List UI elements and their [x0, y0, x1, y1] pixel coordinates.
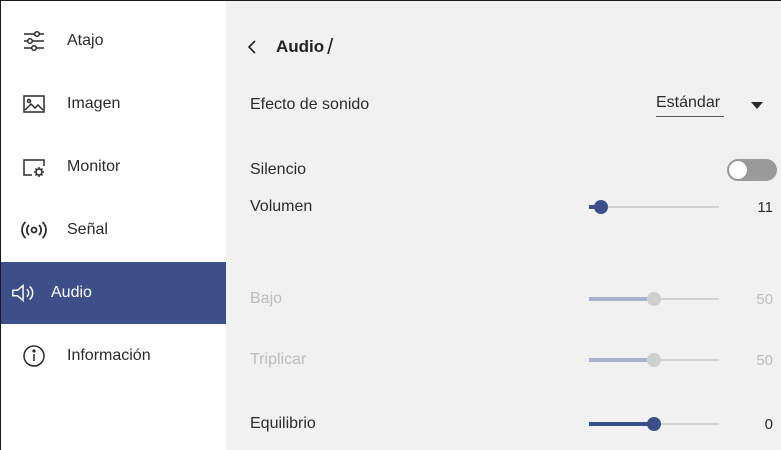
title-separator: / — [327, 34, 334, 59]
main-panel: Audio / Efecto de sonido Estándar Silenc… — [226, 1, 781, 450]
sidebar-item-label: Audio — [51, 284, 92, 301]
signal-icon — [21, 217, 47, 243]
sound-effect-value: Estándar — [656, 94, 724, 117]
slider-thumb[interactable] — [593, 200, 608, 214]
balance-slider[interactable] — [589, 417, 719, 431]
bass-row: Bajo 50 — [250, 284, 781, 314]
sound-effect-label: Efecto de sonido — [250, 96, 370, 113]
volume-row: Volumen 11 — [250, 192, 781, 222]
bass-slider[interactable] — [589, 292, 719, 306]
sidebar-item-label: Atajo — [67, 32, 104, 49]
bass-label: Bajo — [250, 290, 283, 307]
back-button[interactable] — [246, 36, 264, 58]
balance-label: Equilibrio — [250, 415, 316, 432]
mute-row: Silencio — [250, 155, 781, 185]
treble-row: Triplicar 50 — [250, 345, 781, 375]
sidebar: Atajo Imagen Monitor Señal Audio Informa… — [1, 1, 226, 450]
sidebar-item-atajo[interactable]: Atajo — [1, 10, 226, 72]
balance-value: 0 — [764, 415, 773, 433]
monitor-settings-icon — [21, 154, 47, 180]
speaker-icon — [11, 280, 37, 306]
sound-effect-row: Efecto de sonido Estándar — [250, 90, 781, 120]
volume-label: Volumen — [250, 198, 313, 215]
slider-thumb[interactable] — [647, 353, 661, 367]
sidebar-item-senal[interactable]: Señal — [1, 199, 226, 261]
volume-value: 11 — [757, 198, 773, 216]
image-icon — [21, 91, 47, 117]
slider-fill — [589, 422, 654, 426]
volume-slider[interactable] — [589, 200, 719, 214]
sidebar-item-label: Información — [67, 347, 151, 364]
slider-thumb[interactable] — [647, 417, 661, 431]
bass-value: 50 — [756, 290, 773, 308]
slider-track — [589, 206, 719, 208]
sidebar-item-label: Imagen — [67, 95, 121, 112]
sidebar-item-label: Monitor — [67, 158, 121, 175]
chevron-left-icon — [247, 40, 256, 54]
sidebar-item-monitor[interactable]: Monitor — [1, 136, 226, 198]
treble-value: 50 — [756, 351, 773, 369]
mute-label: Silencio — [250, 161, 307, 178]
sidebar-item-informacion[interactable]: Información — [1, 325, 226, 387]
balance-row: Equilibrio 0 — [250, 409, 781, 439]
toggle-knob — [729, 161, 747, 179]
treble-slider[interactable] — [589, 353, 719, 367]
slider-fill — [589, 297, 654, 301]
page-header: Audio / — [246, 34, 333, 60]
sidebar-item-imagen[interactable]: Imagen — [1, 73, 226, 135]
sidebar-item-label: Señal — [67, 221, 108, 238]
info-icon — [21, 343, 47, 369]
page-title: Audio — [276, 37, 325, 56]
mute-toggle[interactable] — [727, 159, 777, 181]
slider-fill — [589, 358, 654, 362]
sound-effect-dropdown[interactable]: Estándar — [656, 90, 781, 120]
sidebar-item-audio[interactable]: Audio — [1, 262, 226, 324]
slider-thumb[interactable] — [647, 292, 661, 306]
treble-label: Triplicar — [250, 351, 307, 368]
sliders-icon — [21, 28, 47, 54]
caret-down-icon — [751, 102, 763, 109]
